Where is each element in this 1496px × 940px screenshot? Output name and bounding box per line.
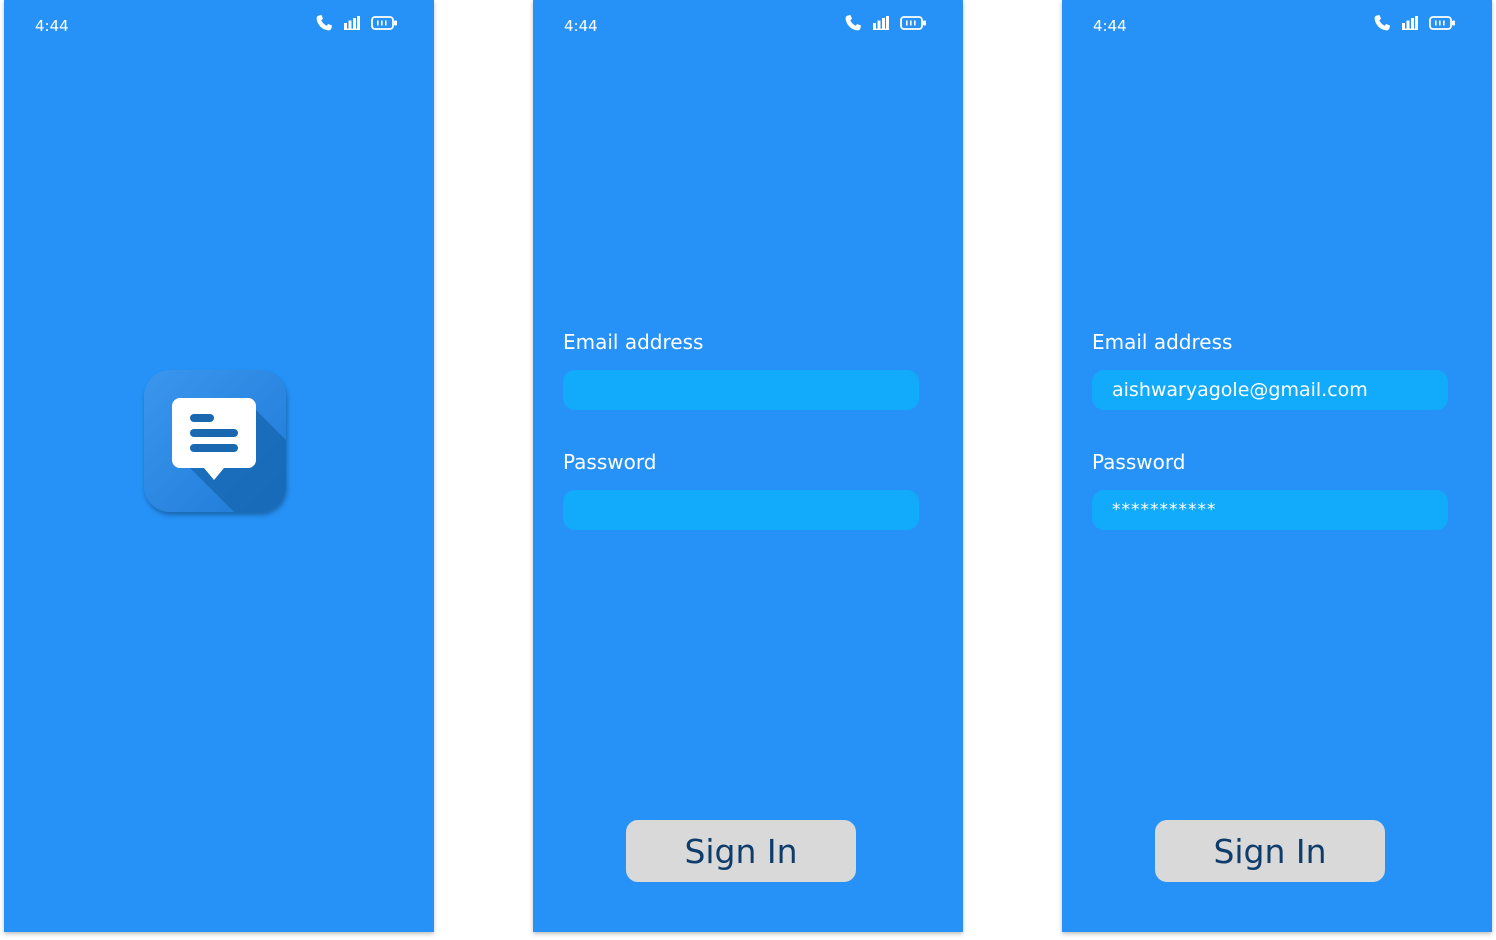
app-logo	[144, 370, 286, 512]
email-label: Email address	[563, 330, 704, 354]
battery-icon	[900, 15, 927, 31]
email-field[interactable]	[1092, 370, 1448, 410]
message-bubble-icon	[144, 370, 286, 512]
phone-icon	[315, 14, 333, 32]
battery-icon	[1429, 15, 1456, 31]
status-icons	[1373, 14, 1456, 32]
battery-icon	[371, 15, 398, 31]
password-field[interactable]	[1092, 490, 1448, 530]
password-label: Password	[1092, 450, 1186, 474]
phone-icon	[1373, 14, 1391, 32]
sign-in-button[interactable]: Sign In	[1155, 820, 1385, 882]
password-field[interactable]	[563, 490, 919, 530]
email-label: Email address	[1092, 330, 1233, 354]
status-icons	[315, 14, 398, 32]
signal-icon	[873, 16, 889, 30]
login-screen-empty: 4:44 Email address Password Sign In	[533, 0, 963, 932]
status-time: 4:44	[35, 17, 69, 35]
signal-icon	[344, 16, 360, 30]
signal-icon	[1402, 16, 1418, 30]
email-field[interactable]	[563, 370, 919, 410]
sign-in-button[interactable]: Sign In	[626, 820, 856, 882]
login-screen-filled: 4:44 Email address Password Sign In	[1062, 0, 1492, 932]
status-time: 4:44	[564, 17, 598, 35]
phone-icon	[844, 14, 862, 32]
status-time: 4:44	[1093, 17, 1127, 35]
status-icons	[844, 14, 927, 32]
password-label: Password	[563, 450, 657, 474]
splash-screen: 4:44	[4, 0, 434, 932]
